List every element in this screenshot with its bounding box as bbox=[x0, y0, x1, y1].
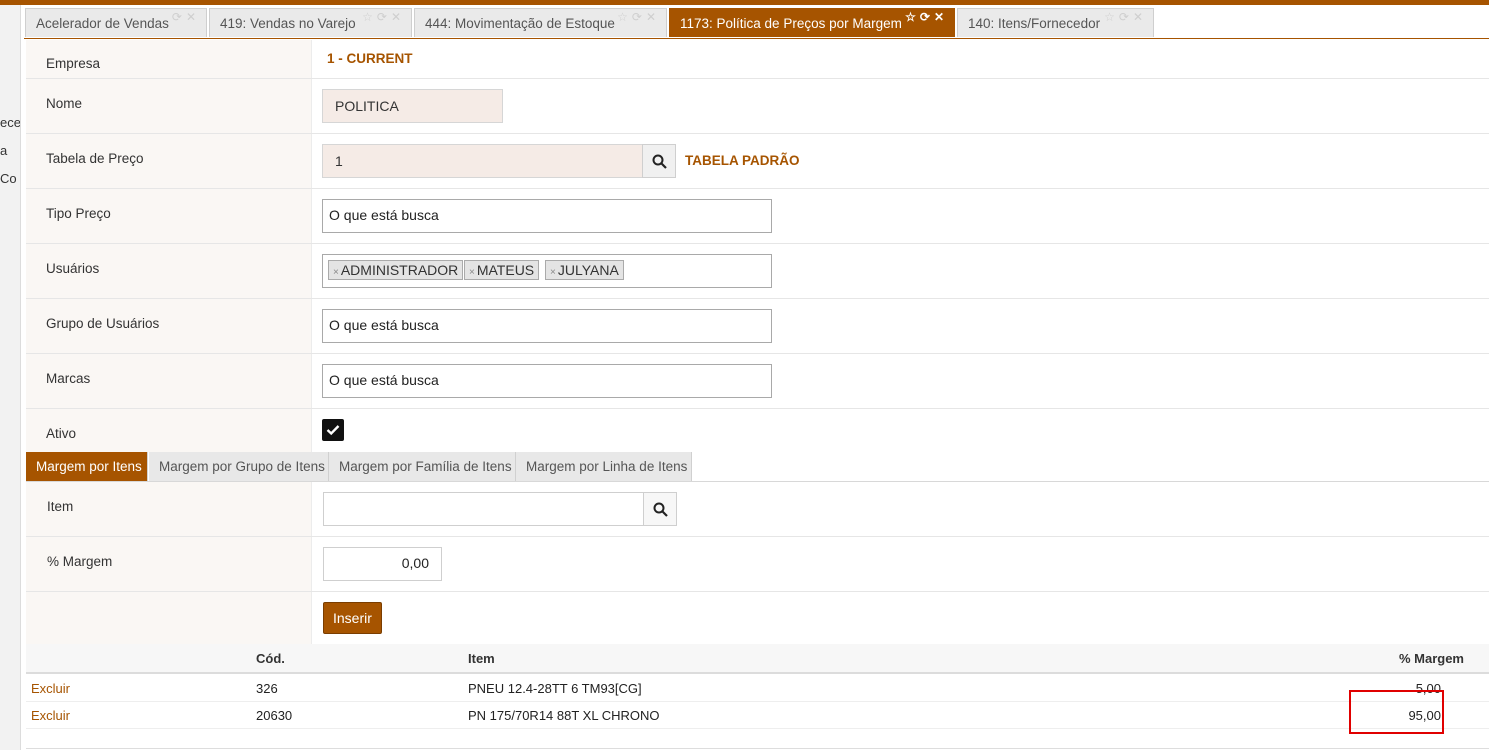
tab-acelerador-vendas[interactable]: Acelerador de Vendas ⟳✕ bbox=[25, 8, 207, 37]
empresa-value: 1 - CURRENT bbox=[327, 51, 413, 66]
delete-link[interactable]: Excluir bbox=[31, 681, 70, 696]
search-icon bbox=[652, 154, 667, 169]
tab-margem-familia-itens[interactable]: Margem por Família de Itens bbox=[329, 452, 516, 481]
close-icon[interactable]: ✕ bbox=[646, 10, 660, 24]
refresh-icon[interactable]: ⟳ bbox=[172, 10, 186, 24]
tab-label: 419: Vendas no Varejo bbox=[220, 16, 356, 31]
row-item: PN 175/70R14 88T XL CHRONO bbox=[468, 708, 660, 723]
item-search-button[interactable] bbox=[643, 492, 677, 526]
user-chip[interactable]: × ADMINISTRADOR bbox=[328, 260, 464, 280]
tabela-preco-description: TABELA PADRÃO bbox=[685, 153, 800, 168]
row-grupo-usuarios: Grupo de Usuários O que está busca bbox=[26, 299, 1489, 354]
check-icon bbox=[326, 425, 340, 436]
row-marcas: Marcas O que está busca bbox=[26, 354, 1489, 409]
row-code: 20630 bbox=[256, 708, 293, 723]
annotation-highlight-box bbox=[1349, 690, 1444, 734]
item-input[interactable] bbox=[323, 492, 645, 526]
insert-row-label-cell bbox=[26, 592, 312, 644]
delete-link[interactable]: Excluir bbox=[31, 708, 70, 723]
ativo-label: Ativo bbox=[26, 409, 312, 452]
remove-chip-icon[interactable]: × bbox=[333, 267, 339, 278]
close-icon[interactable]: ✕ bbox=[1133, 10, 1147, 24]
margin-tab-bar: Margem por Itens Margem por Grupo de Ite… bbox=[26, 452, 1489, 482]
tab-politica-precos-margem[interactable]: 1173: Política de Preços por Margem ☆⟳✕ bbox=[669, 8, 955, 37]
user-chip[interactable]: × MATEUS bbox=[464, 260, 540, 280]
star-icon[interactable]: ☆ bbox=[362, 10, 377, 24]
grupo-usuarios-input[interactable]: O que está busca bbox=[322, 309, 772, 343]
collapsed-sidebar[interactable]: ecel a Co bbox=[0, 5, 21, 750]
tab-margem-itens[interactable]: Margem por Itens bbox=[26, 452, 148, 481]
row-code: 326 bbox=[256, 681, 278, 696]
tab-label: 1173: Política de Preços por Margem bbox=[680, 16, 902, 31]
tabela-preco-search-button[interactable] bbox=[642, 144, 676, 178]
table-row: Excluir 326 PNEU 12.4-28TT 6 TM93[CG] 5,… bbox=[26, 674, 1489, 702]
row-item: Item bbox=[26, 482, 1489, 537]
sidebar-fragment: Co bbox=[0, 171, 17, 186]
tab-label: 140: Itens/Fornecedor bbox=[968, 16, 1101, 31]
tabela-preco-label: Tabela de Preço bbox=[26, 134, 312, 188]
insert-button[interactable]: Inserir bbox=[323, 602, 382, 634]
close-icon[interactable]: ✕ bbox=[934, 10, 948, 24]
column-header-margin[interactable]: % Margem bbox=[1399, 651, 1464, 666]
nome-field[interactable]: POLITICA bbox=[322, 89, 503, 123]
tab-movimentacao-estoque[interactable]: 444: Movimentação de Estoque ☆⟳✕ bbox=[414, 8, 667, 37]
column-header-code[interactable]: Cód. bbox=[256, 651, 285, 666]
tabela-preco-field[interactable]: 1 bbox=[322, 144, 643, 178]
marcas-label: Marcas bbox=[26, 354, 312, 408]
search-icon bbox=[653, 502, 668, 517]
tab-margem-linha-itens[interactable]: Margem por Linha de Itens bbox=[516, 452, 692, 481]
grupo-usuarios-label: Grupo de Usuários bbox=[26, 299, 312, 353]
tab-label: 444: Movimentação de Estoque bbox=[425, 16, 615, 31]
column-header-item[interactable]: Item bbox=[468, 651, 495, 666]
star-icon[interactable]: ☆ bbox=[617, 10, 632, 24]
refresh-icon[interactable]: ⟳ bbox=[1119, 10, 1133, 24]
refresh-icon[interactable]: ⟳ bbox=[632, 10, 646, 24]
row-tipo-preco: Tipo Preço O que está busca bbox=[26, 189, 1489, 244]
refresh-icon[interactable]: ⟳ bbox=[377, 10, 391, 24]
usuarios-multiselect[interactable]: × ADMINISTRADOR × MATEUS × JULYANA bbox=[322, 254, 772, 288]
row-insert: Inserir bbox=[26, 592, 1489, 644]
item-label: Item bbox=[26, 482, 312, 536]
sidebar-fragment: ecel bbox=[0, 115, 21, 130]
user-chip[interactable]: × JULYANA bbox=[545, 260, 624, 280]
row-margem: % Margem 0,00 bbox=[26, 537, 1489, 592]
row-nome: Nome POLITICA bbox=[26, 79, 1489, 134]
row-usuarios: Usuários × ADMINISTRADOR × MATEUS × JULYANA bbox=[26, 244, 1489, 299]
tipo-preco-label: Tipo Preço bbox=[26, 189, 312, 243]
refresh-icon[interactable]: ⟳ bbox=[920, 10, 934, 24]
margin-table: Cód. Item % Margem Excluir 326 PNEU 12.4… bbox=[26, 644, 1489, 749]
table-row: Excluir 20630 PN 175/70R14 88T XL CHRONO… bbox=[26, 701, 1489, 729]
empresa-label: Empresa bbox=[26, 40, 312, 78]
row-tabela-preco: Tabela de Preço 1 TABELA PADRÃO bbox=[26, 134, 1489, 189]
close-icon[interactable]: ✕ bbox=[186, 10, 200, 24]
tab-margem-grupo-itens[interactable]: Margem por Grupo de Itens bbox=[149, 452, 329, 481]
table-header: Cód. Item % Margem bbox=[26, 644, 1489, 674]
row-item: PNEU 12.4-28TT 6 TM93[CG] bbox=[468, 681, 642, 696]
tab-itens-fornecedor[interactable]: 140: Itens/Fornecedor ☆⟳✕ bbox=[957, 8, 1154, 37]
tab-label: Acelerador de Vendas bbox=[36, 16, 169, 31]
marcas-input[interactable]: O que está busca bbox=[322, 364, 772, 398]
row-empresa: Empresa 1 - CURRENT bbox=[26, 40, 1489, 79]
window-tab-bar: Acelerador de Vendas ⟳✕ 419: Vendas no V… bbox=[24, 8, 1489, 39]
remove-chip-icon[interactable]: × bbox=[469, 267, 475, 278]
row-ativo: Ativo bbox=[26, 409, 1489, 452]
top-accent-bar bbox=[0, 0, 1489, 5]
close-icon[interactable]: ✕ bbox=[391, 10, 405, 24]
ativo-checkbox[interactable] bbox=[322, 419, 344, 441]
nome-label: Nome bbox=[26, 79, 312, 133]
tipo-preco-input[interactable]: O que está busca bbox=[322, 199, 772, 233]
sidebar-fragment: a bbox=[0, 143, 8, 158]
margem-label: % Margem bbox=[26, 537, 312, 591]
margem-input[interactable]: 0,00 bbox=[323, 547, 442, 581]
star-icon[interactable]: ☆ bbox=[1104, 10, 1119, 24]
tab-vendas-varejo[interactable]: 419: Vendas no Varejo ☆⟳✕ bbox=[209, 8, 412, 37]
remove-chip-icon[interactable]: × bbox=[550, 267, 556, 278]
star-icon[interactable]: ☆ bbox=[905, 10, 920, 24]
usuarios-label: Usuários bbox=[26, 244, 312, 298]
